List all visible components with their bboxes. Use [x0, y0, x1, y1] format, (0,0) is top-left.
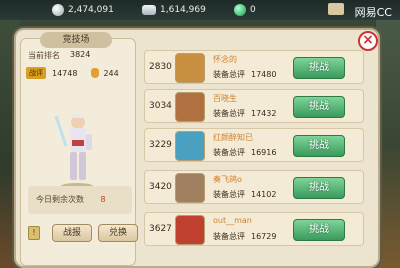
power-value: 17432	[251, 109, 277, 118]
silver-ingot-icon	[142, 5, 156, 15]
opponent-rank: 3034	[149, 101, 172, 111]
challenge-button[interactable]: 挑战	[293, 57, 345, 79]
rank-value: 3824	[70, 50, 91, 59]
opponent-row: 2830 怀念的 装备总评 17480 挑战	[144, 50, 364, 84]
power-value: 17480	[251, 70, 277, 79]
silver-amount: 2,474,091	[68, 5, 114, 15]
info-icon[interactable]: !	[28, 226, 40, 240]
gourd-count: 244	[103, 68, 119, 78]
challenge-button[interactable]: 挑战	[293, 177, 345, 199]
opponent-power: 装备总评 14102	[213, 189, 276, 200]
rank-label: 当前排名	[28, 51, 60, 60]
opponent-avatar[interactable]	[175, 173, 205, 203]
power-label: 装备总评	[213, 148, 245, 157]
challenge-button[interactable]: 挑战	[293, 96, 345, 118]
player-character	[54, 113, 93, 189]
opponent-avatar[interactable]	[175, 131, 205, 161]
player-stats: 战评 14748 244	[26, 66, 134, 80]
player-power: 14748	[52, 68, 78, 78]
opponent-row: 3420 奏飞鸽o 装备总评 14102 挑战	[144, 170, 364, 204]
opponent-row: 3627 out__man 装备总评 16729 挑战	[144, 212, 364, 246]
opponent-name: out__man	[213, 216, 252, 225]
power-label: 装备总评	[213, 190, 245, 199]
opponent-power: 装备总评 16916	[213, 147, 276, 158]
opponent-rank: 3627	[149, 224, 172, 234]
battle-report-button[interactable]: 战报	[52, 224, 92, 242]
score-badge: 战评	[26, 67, 46, 79]
power-value: 16729	[251, 232, 277, 241]
remaining-attempts: 今日剩余次数 8	[28, 186, 132, 214]
jade-resource: 0	[234, 2, 256, 18]
challenge-button[interactable]: 挑战	[293, 135, 345, 157]
jade-amount: 0	[250, 5, 256, 15]
opponent-name: 红颜醉知已	[213, 133, 253, 142]
ingot-resource: 1,614,969	[142, 2, 206, 18]
opponent-power: 装备总评 17432	[213, 108, 276, 119]
challenge-button[interactable]: 挑战	[293, 219, 345, 241]
close-button[interactable]: ×	[358, 31, 378, 51]
opponent-rank: 3420	[149, 182, 172, 192]
opponent-row: 3034 百晓生 装备总评 17432 挑战	[144, 89, 364, 123]
ingot-amount: 1,614,969	[160, 5, 206, 15]
jade-icon	[234, 4, 246, 16]
opponent-name: 奏飞鸽o	[213, 175, 242, 184]
current-rank: 当前排名 3824	[28, 50, 128, 61]
scroll-icon[interactable]	[328, 3, 344, 15]
remaining-value: 8	[100, 195, 106, 204]
opponent-row: 3229 红颜醉知已 装备总评 16916 挑战	[144, 128, 364, 162]
silver-resource: 2,474,091	[52, 2, 114, 18]
opponent-power: 装备总评 17480	[213, 69, 276, 80]
opponent-avatar[interactable]	[175, 92, 205, 122]
power-value: 14102	[251, 190, 277, 199]
opponent-power: 装备总评 16729	[213, 231, 276, 242]
gourd-icon	[91, 68, 100, 78]
opponent-rank: 2830	[149, 62, 172, 72]
opponent-avatar[interactable]	[175, 53, 205, 83]
opponent-rank: 3229	[149, 140, 172, 150]
brand-watermark: 网易CC	[354, 6, 392, 19]
panel-title: 竞技场	[40, 32, 112, 48]
opponent-name: 怀念的	[213, 55, 237, 64]
exchange-button[interactable]: 兑换	[98, 224, 138, 242]
resource-bar: 2,474,091 1,614,969 0 网易CC	[0, 0, 400, 20]
silver-coin-icon	[52, 4, 64, 16]
opponent-name: 百晓生	[213, 94, 237, 103]
remaining-label: 今日剩余次数	[36, 195, 84, 204]
power-value: 16916	[251, 148, 277, 157]
power-label: 装备总评	[213, 109, 245, 118]
opponent-avatar[interactable]	[175, 215, 205, 245]
power-label: 装备总评	[213, 232, 245, 241]
power-label: 装备总评	[213, 70, 245, 79]
